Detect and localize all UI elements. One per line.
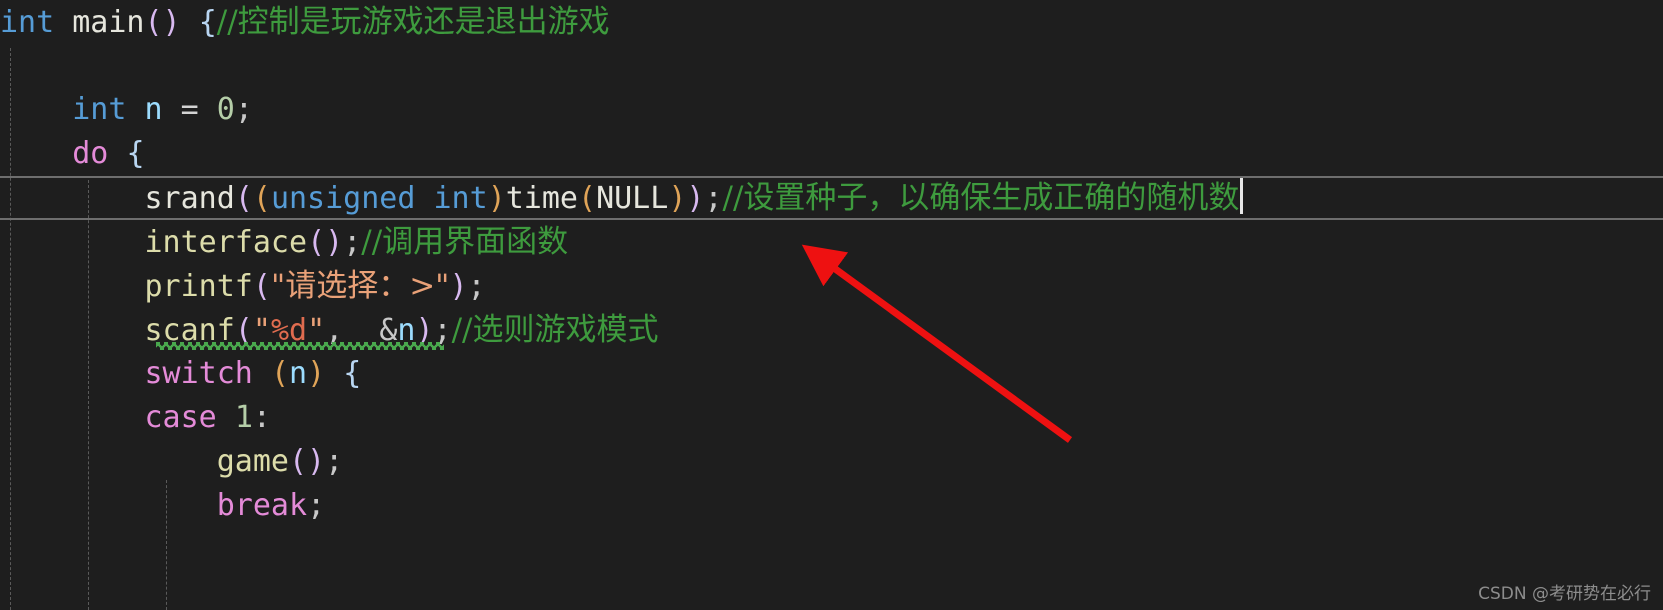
code-token: main [72,5,145,40]
code-line[interactable]: scanf("%d", &n);//选则游戏模式 [0,308,1663,352]
code-line[interactable] [0,44,1663,88]
code-token: n [144,92,163,127]
code-line-text: game(); [0,444,343,479]
code-token: NULL [596,181,669,216]
code-token: //调用界面函数 [361,224,569,260]
code-token: n [289,356,308,391]
code-token: //控制是玩游戏还是退出游戏 [216,4,610,40]
code-token: srand [144,181,235,216]
code-token: ) [668,181,687,216]
code-token: unsigned int [270,181,488,216]
code-line-text: printf("请选择：>"); [0,268,486,304]
code-token: switch [144,356,253,391]
code-token: () [144,5,181,40]
code-token: "请选择：>" [270,268,450,304]
code-line-text: do { [0,136,145,171]
code-line[interactable]: int n = 0; [0,88,1663,132]
error-squiggle [156,342,444,350]
code-line[interactable]: int main() {//控制是玩游戏还是退出游戏 [0,0,1663,44]
watermark-text: CSDN @考研势在必行 [1478,584,1651,604]
code-token: ; [467,269,486,304]
code-token: = [180,92,199,127]
code-token: : [252,400,271,435]
code-token: ( [252,181,271,216]
code-token: //选则游戏模式 [451,312,659,348]
code-token: () [289,444,326,479]
code-token: ; [704,181,723,216]
code-token: //设置种子，以确保生成正确的随机数 [722,180,1240,216]
code-editor[interactable]: int main() {//控制是玩游戏还是退出游戏 int n = 0; do… [0,0,1663,610]
code-token: { [198,5,217,40]
code-token: ) [487,181,506,216]
code-token: 1 [234,400,253,435]
code-token: break [216,488,308,523]
code-token: printf [144,269,253,304]
code-token: int [0,5,55,40]
code-line[interactable]: case 1: [0,396,1663,440]
code-token: { [343,356,362,391]
code-token: 0 [216,92,235,127]
code-token: ( [252,269,271,304]
code-token: do [72,136,109,171]
code-line-text: int n = 0; [0,92,253,127]
text-caret [1240,178,1244,214]
code-token: ( [578,181,597,216]
code-content[interactable]: int main() {//控制是玩游戏还是退出游戏 int n = 0; do… [0,0,1663,528]
code-token: () [307,225,344,260]
code-line[interactable]: do { [0,132,1663,176]
code-token: interface [144,225,308,260]
code-line-text: srand((unsigned int)time(NULL));//设置种子，以… [0,178,1244,216]
code-line-text: break; [0,488,325,523]
code-token: time [505,181,578,216]
code-token: case [144,400,217,435]
code-token: ) [686,181,705,216]
code-line-text: int main() {//控制是玩游戏还是退出游戏 [0,4,610,40]
code-token: ; [307,488,326,523]
code-token: ( [234,181,253,216]
code-line[interactable]: interface();//调用界面函数 [0,220,1663,264]
code-line-text: interface();//调用界面函数 [0,224,569,260]
code-line[interactable]: srand((unsigned int)time(NULL));//设置种子，以… [0,176,1663,220]
code-token: ; [343,225,362,260]
code-line-text: switch (n) { [0,356,362,391]
code-token: ; [325,444,344,479]
code-line-text: case 1: [0,400,271,435]
code-line[interactable]: game(); [0,440,1663,484]
code-token: ( [270,356,289,391]
code-token: ; [234,92,253,127]
code-token: ) [449,269,468,304]
code-line[interactable]: printf("请选择：>"); [0,264,1663,308]
code-line[interactable]: break; [0,484,1663,528]
code-token: { [126,136,145,171]
code-token: ) [307,356,326,391]
code-token: game [216,444,289,479]
code-token: int [0,92,127,127]
code-line[interactable]: switch (n) { [0,352,1663,396]
